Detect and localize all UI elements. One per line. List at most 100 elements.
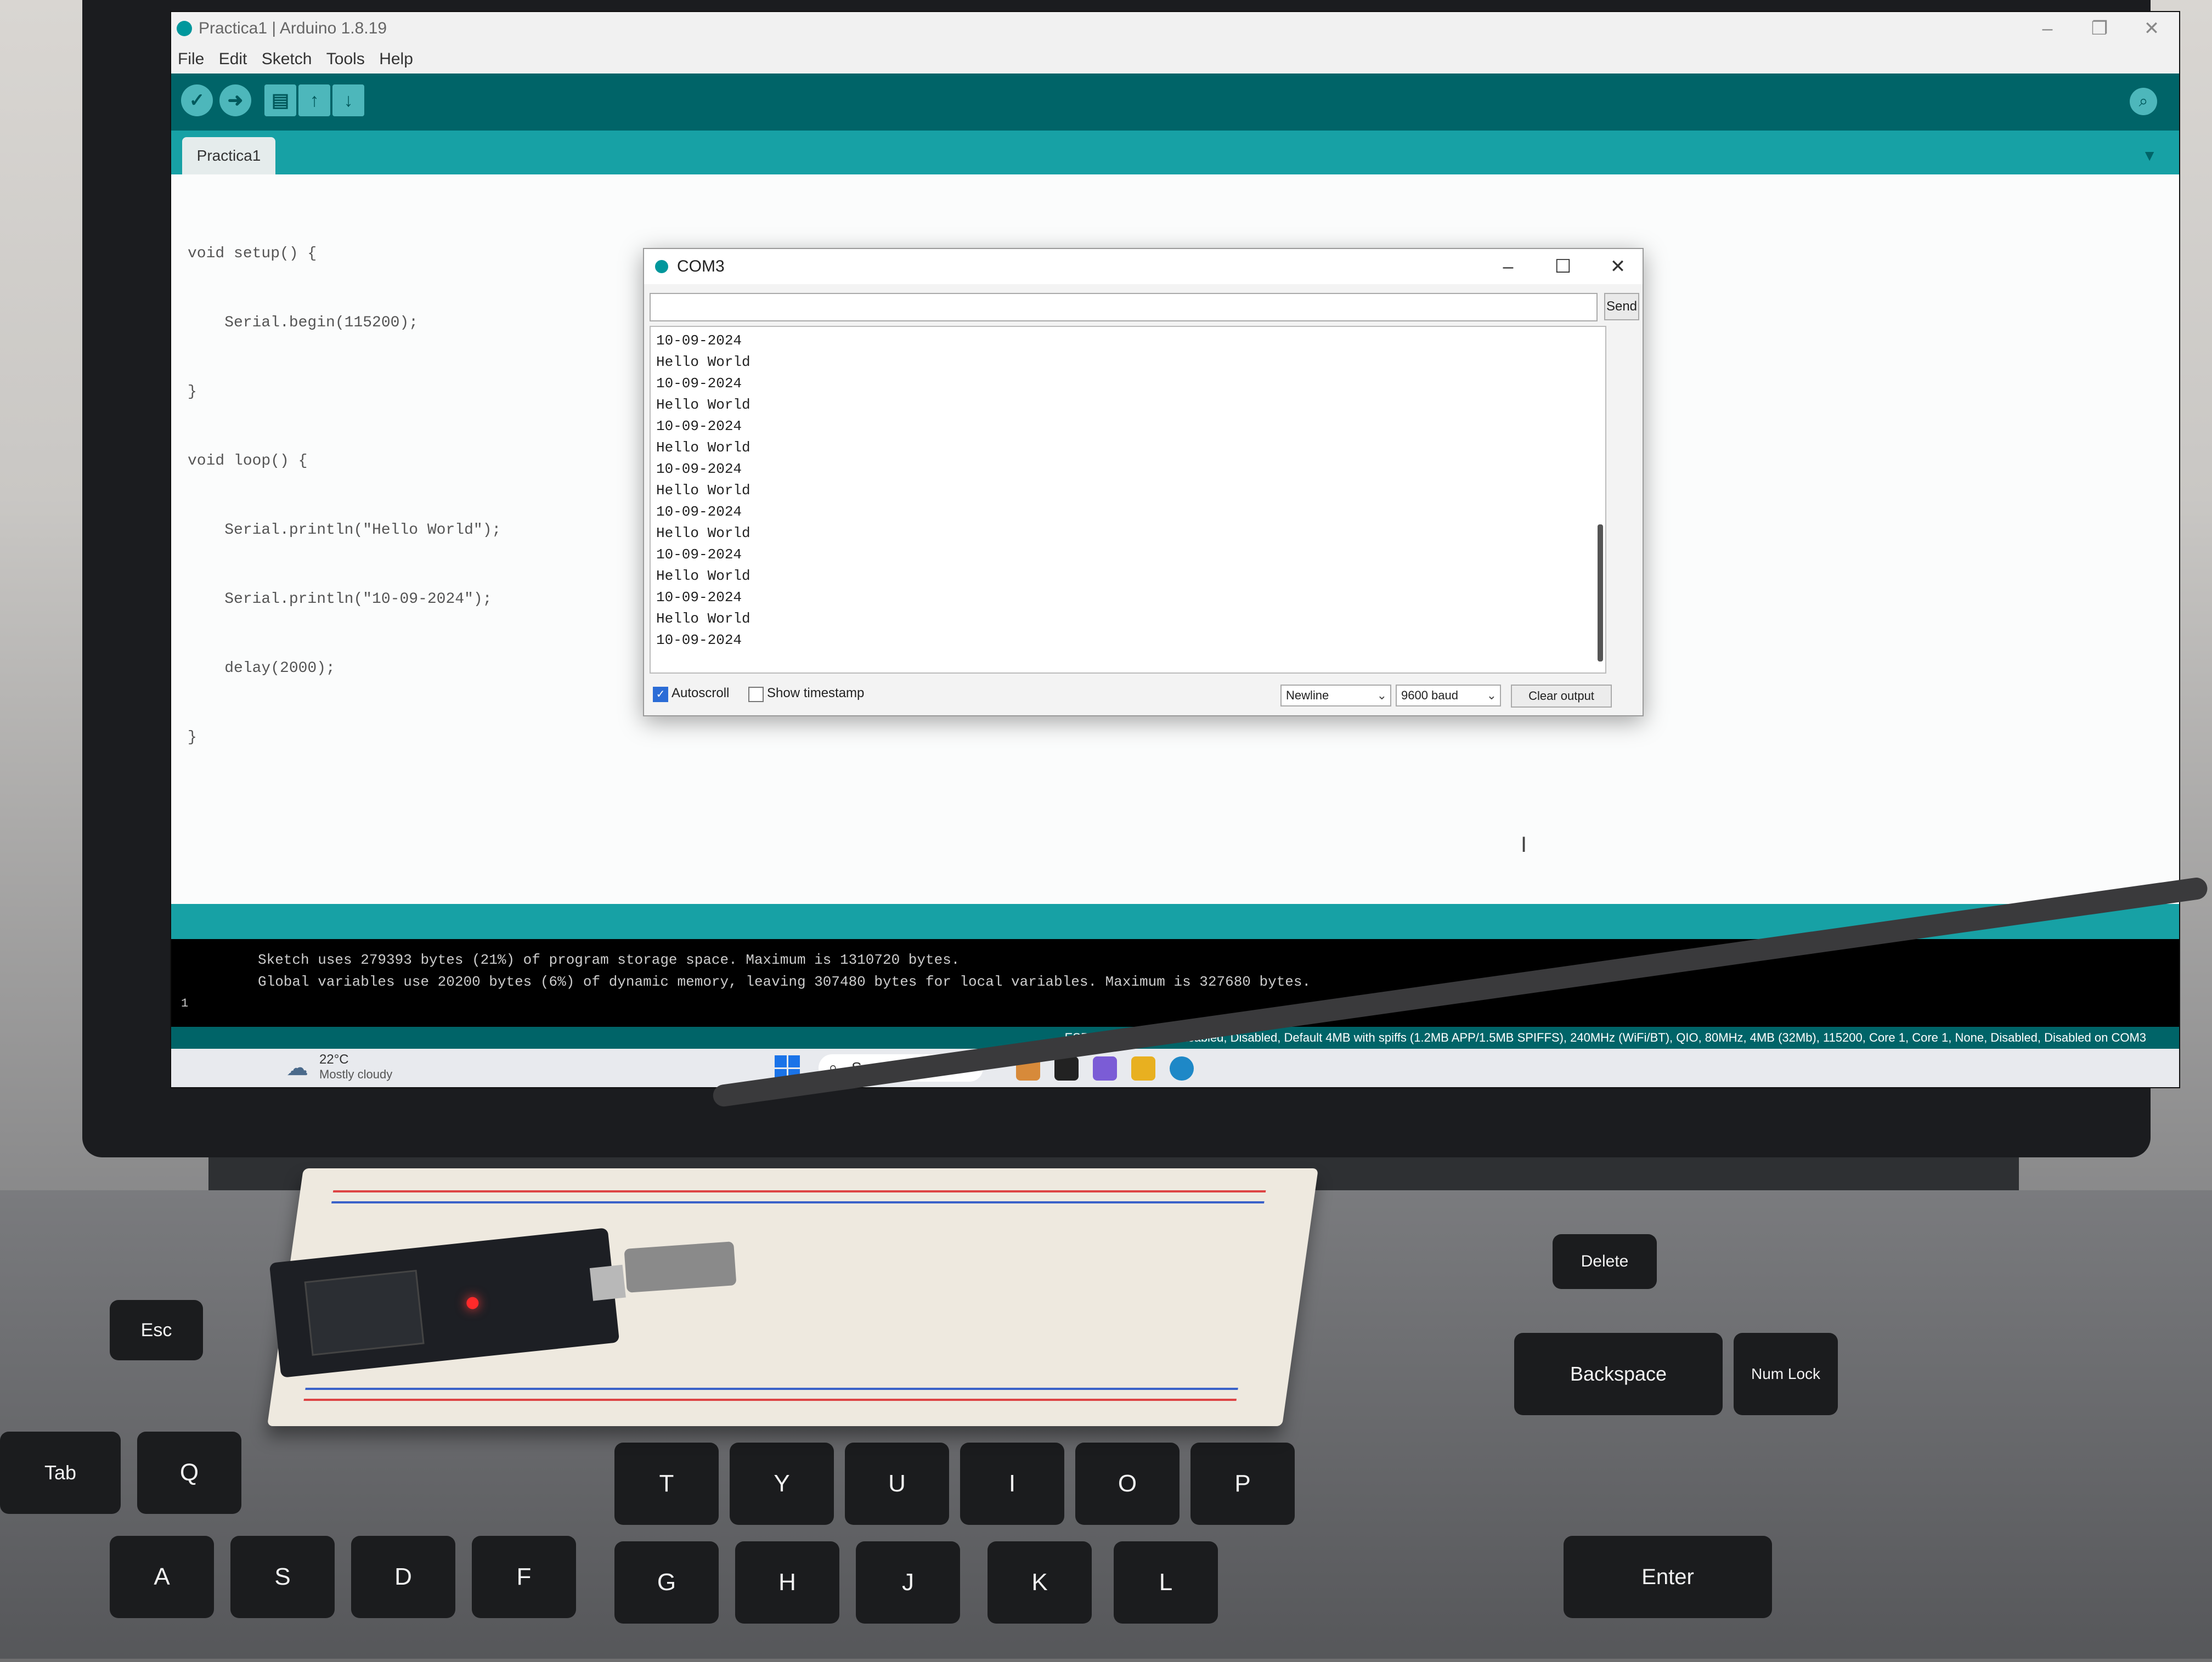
code-block: void setup() { Serial.begin(115200); } v… <box>188 196 501 795</box>
key-delete: Delete <box>1553 1234 1657 1289</box>
key-enter: Enter <box>1564 1536 1772 1618</box>
copilot-icon[interactable] <box>1093 1056 1117 1081</box>
power-rail-blue <box>331 1201 1265 1203</box>
key-num-lock: Num Lock <box>1734 1333 1838 1415</box>
menu-file[interactable]: File <box>178 45 204 74</box>
check-icon[interactable]: ✓ <box>181 84 213 116</box>
file-icon[interactable]: ▤ <box>264 84 296 116</box>
windows-taskbar: ☁ 22°C Mostly cloudy ⌕ Search <box>171 1049 2179 1087</box>
tab-bar: Practica1 ▼ <box>171 131 2179 174</box>
output-line: 10-09-2024 <box>656 461 742 477</box>
tab-practica1[interactable]: Practica1 <box>182 137 275 174</box>
serial-output[interactable]: 10-09-2024 Hello World 10-09-2024 Hello … <box>650 326 1606 674</box>
timestamp-checkbox[interactable] <box>748 687 764 702</box>
code-line: delay(2000); <box>188 660 335 677</box>
key-a: A <box>110 1536 214 1618</box>
power-rail-red <box>332 1190 1266 1192</box>
autoscroll-checkbox[interactable]: ✓ <box>653 687 668 702</box>
esp32-chip <box>304 1269 425 1356</box>
serial-maximize-button[interactable]: ☐ <box>1538 249 1588 284</box>
code-line: Serial.println("Hello World"); <box>188 522 501 539</box>
menu-help[interactable]: Help <box>379 45 413 74</box>
key-tab: Tab <box>0 1432 121 1514</box>
edge-icon[interactable] <box>1170 1056 1194 1081</box>
power-led <box>466 1296 479 1310</box>
key-i: I <box>960 1443 1064 1525</box>
output-line: 10-09-2024 <box>656 332 742 349</box>
close-button[interactable]: ✕ <box>2124 12 2179 45</box>
output-line: Hello World <box>656 568 751 584</box>
key-o: O <box>1075 1443 1180 1525</box>
key-q: Q <box>137 1432 241 1514</box>
arduino-app-icon <box>655 260 668 273</box>
weather-desc: Mostly cloudy <box>319 1067 393 1081</box>
toolbar: ✓ ➜ ▤ ↑ ↓ ⌕ <box>171 74 2179 131</box>
serial-monitor-footer: ✓ Autoscroll Show timestamp Newline ⌄ 96… <box>644 677 1643 712</box>
arrow-up-icon[interactable]: ↑ <box>298 84 330 116</box>
output-line: Hello World <box>656 525 751 541</box>
output-console: Sketch uses 279393 bytes (21%) of progra… <box>171 939 2179 1027</box>
usb-c-plug <box>624 1241 737 1293</box>
output-line: Hello World <box>656 610 751 627</box>
arduino-app-icon <box>177 21 192 36</box>
text-cursor-icon: I <box>1521 833 1527 857</box>
code-line: void setup() { <box>188 245 317 262</box>
chevron-down-icon[interactable]: ▼ <box>2142 147 2157 165</box>
code-line: } <box>188 383 197 400</box>
key-g: G <box>614 1541 719 1624</box>
key-backspace: Backspace <box>1514 1333 1723 1415</box>
menu-edit[interactable]: Edit <box>219 45 247 74</box>
output-line: 10-09-2024 <box>656 589 742 606</box>
key-j: J <box>856 1541 960 1624</box>
output-line: 10-09-2024 <box>656 546 742 563</box>
power-rail-red <box>303 1399 1237 1401</box>
output-line: Hello World <box>656 439 751 456</box>
code-line: Serial.begin(115200); <box>188 314 419 331</box>
output-line: 10-09-2024 <box>656 504 742 520</box>
line-ending-select[interactable]: Newline ⌄ <box>1280 685 1391 706</box>
key-u: U <box>845 1443 949 1525</box>
taskbar-app-icon[interactable] <box>1054 1056 1079 1081</box>
clear-output-button[interactable]: Clear output <box>1511 685 1612 708</box>
chevron-down-icon: ⌄ <box>1486 688 1497 702</box>
key-d: D <box>351 1536 455 1618</box>
window-titlebar: Practica1 | Arduino 1.8.19 – ❐ ✕ <box>171 12 2179 45</box>
menu-bar: File Edit Sketch Tools Help <box>171 45 2179 74</box>
arrow-right-icon[interactable]: ➜ <box>219 84 251 116</box>
output-line: 10-09-2024 <box>656 375 742 392</box>
magnifier-icon[interactable]: ⌕ <box>2130 88 2157 115</box>
output-line: 10-09-2024 <box>656 632 742 648</box>
minimize-button[interactable]: – <box>2020 12 2075 45</box>
serial-minimize-button[interactable]: – <box>1483 249 1533 284</box>
key-y: Y <box>730 1443 834 1525</box>
line-ending-value: Newline <box>1286 688 1329 702</box>
arrow-down-icon[interactable]: ↓ <box>332 84 364 116</box>
window-title: Practica1 | Arduino 1.8.19 <box>199 19 387 37</box>
key-l: L <box>1114 1541 1218 1624</box>
console-line: Global variables use 20200 bytes (6%) of… <box>258 974 1311 990</box>
serial-close-button[interactable]: ✕ <box>1593 249 1643 284</box>
timestamp-label: Show timestamp <box>767 686 865 700</box>
serial-monitor-titlebar: COM3 – ☐ ✕ <box>644 249 1643 284</box>
cloud-icon[interactable]: ☁ <box>286 1055 308 1081</box>
serial-monitor-window: COM3 – ☐ ✕ Send 10-09-2024 Hello World 1… <box>643 248 1644 716</box>
usb-port <box>589 1264 626 1301</box>
key-esc: Esc <box>110 1300 203 1360</box>
key-p: P <box>1190 1443 1295 1525</box>
line-number: 1 <box>181 997 189 1010</box>
baud-value: 9600 baud <box>1401 688 1458 702</box>
output-scrollbar[interactable] <box>1598 524 1603 662</box>
baud-select[interactable]: 9600 baud ⌄ <box>1396 685 1501 706</box>
output-line: Hello World <box>656 354 751 370</box>
maximize-button[interactable]: ❐ <box>2072 12 2127 45</box>
key-s: S <box>230 1536 335 1618</box>
menu-sketch[interactable]: Sketch <box>262 45 312 74</box>
folder-icon[interactable] <box>1131 1056 1155 1081</box>
key-k: K <box>988 1541 1092 1624</box>
serial-send-input[interactable] <box>650 293 1598 321</box>
serial-output-lines: 10-09-2024 Hello World 10-09-2024 Hello … <box>656 330 751 651</box>
output-line: 10-09-2024 <box>656 418 742 434</box>
menu-tools[interactable]: Tools <box>326 45 365 74</box>
send-button[interactable]: Send <box>1604 293 1639 320</box>
chevron-down-icon: ⌄ <box>1376 688 1387 702</box>
